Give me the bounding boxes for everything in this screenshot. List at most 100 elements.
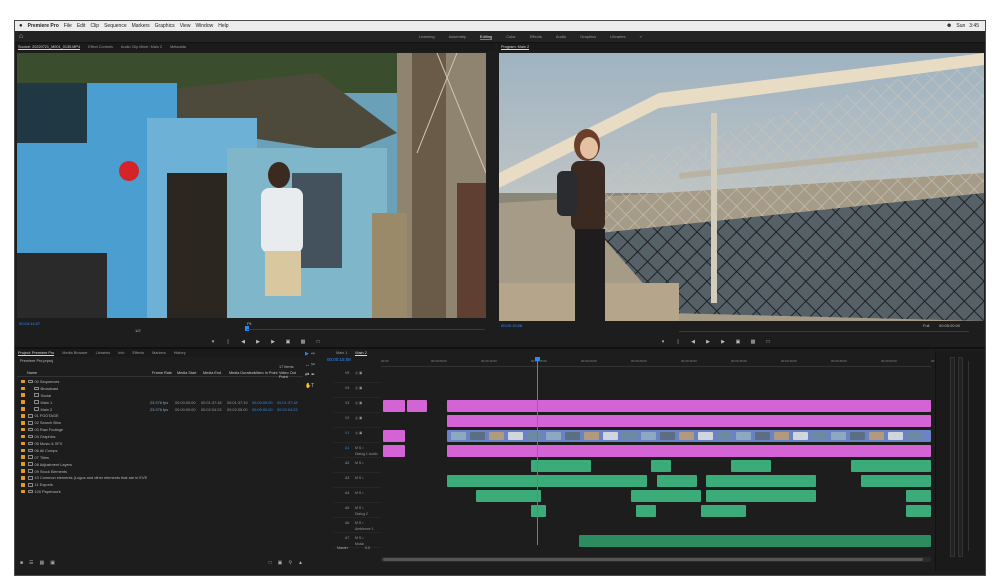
home-icon[interactable]: ⌂ xyxy=(19,33,26,40)
project-row[interactable]: 04 Graphics xyxy=(17,433,303,440)
col-frame-rate[interactable]: Frame Rate xyxy=(152,371,172,375)
project-row[interactable]: 08 Adjustment Layers xyxy=(17,461,303,468)
menu-help[interactable]: Help xyxy=(218,23,228,29)
program-timecode[interactable]: 00:00:15:08 xyxy=(501,323,522,328)
tab-program[interactable]: Program: Main 2 xyxy=(501,45,530,50)
project-row[interactable]: Broadcast xyxy=(17,385,303,392)
menu-view[interactable]: View xyxy=(180,23,191,29)
track-visibility-icon[interactable]: ◎ ▣ xyxy=(355,431,362,435)
audio-clip[interactable] xyxy=(631,490,701,502)
audio-clip[interactable] xyxy=(579,535,931,547)
playhead-handle[interactable] xyxy=(535,357,540,361)
video-clip[interactable] xyxy=(447,445,931,457)
track-header[interactable]: A6 M S • Ambience 1 xyxy=(333,519,381,533)
video-clip[interactable] xyxy=(383,400,405,412)
track-header[interactable]: A3 M S • xyxy=(333,474,381,488)
track-mute-solo-icon[interactable]: M S • xyxy=(355,521,363,525)
step-forward-icon[interactable]: ▶ xyxy=(270,339,276,345)
track-header[interactable]: V2 ◎ ▣ xyxy=(333,414,381,428)
trash-icon[interactable]: ▲ xyxy=(298,560,303,566)
audio-clip[interactable] xyxy=(636,505,656,517)
timeline-scroll-thumb[interactable] xyxy=(383,558,923,561)
col-media-duration[interactable]: Media Duration xyxy=(229,371,255,375)
track-header[interactable]: A5 M S • Dialog 2 xyxy=(333,504,381,518)
video-clip[interactable] xyxy=(447,415,931,427)
video-clip[interactable] xyxy=(447,400,477,412)
project-row[interactable]: 01 FOOTAGE xyxy=(17,412,303,419)
workspace-assembly[interactable]: Assembly xyxy=(449,34,466,40)
prog-step-forward-icon[interactable]: ▶ xyxy=(720,339,726,345)
source-timecode[interactable]: 00:04:14:07 xyxy=(19,321,40,326)
project-row[interactable]: 11 Exports xyxy=(17,481,303,488)
prog-step-back-icon[interactable]: ◀ xyxy=(690,339,696,345)
audio-clip[interactable] xyxy=(476,490,541,502)
col-video-in[interactable]: Video In Point xyxy=(254,371,278,375)
workspace-effects[interactable]: Effects xyxy=(530,34,542,40)
project-row[interactable]: 100 Paperwork xyxy=(17,488,303,495)
mark-out-icon[interactable]: | xyxy=(225,339,231,345)
play-icon[interactable]: ▶ xyxy=(255,339,261,345)
workspace-graphics[interactable]: Graphics xyxy=(580,34,596,40)
program-zoom-select[interactable]: Full xyxy=(923,323,929,328)
timeline-ruler[interactable]: 00:00 00:00:05:00 00:00:10:00 00:00:15:00 00… xyxy=(381,357,947,367)
new-bin-icon[interactable]: □ xyxy=(269,560,272,566)
prog-mark-in-icon[interactable]: ▾ xyxy=(660,339,666,345)
freeform-view-icon[interactable]: ▣ xyxy=(50,560,55,566)
mark-in-icon[interactable]: ▾ xyxy=(210,339,216,345)
workspace-learning[interactable]: Learning xyxy=(419,34,435,40)
prog-export-frame-icon[interactable]: □ xyxy=(765,339,771,345)
tab-audio-clip-mixer[interactable]: Audio Clip Mixer: Main 2 xyxy=(121,45,162,49)
search-icon[interactable]: ⚲ xyxy=(288,560,292,566)
overwrite-icon[interactable]: ▩ xyxy=(300,339,306,345)
source-scrubber[interactable] xyxy=(247,329,485,330)
lift-icon[interactable]: ▣ xyxy=(735,339,741,345)
track-mute-solo-icon[interactable]: M S • xyxy=(355,506,363,510)
project-row[interactable]: 05 Music & SFX xyxy=(17,440,303,447)
track-header[interactable]: V1 ◎ ▣ xyxy=(333,429,381,443)
workspace-libraries[interactable]: Libraries xyxy=(610,34,625,40)
video-clip[interactable] xyxy=(383,430,405,442)
video-clip[interactable] xyxy=(383,445,405,457)
track-mute-solo-icon[interactable]: M S • xyxy=(355,491,363,495)
razor-icon[interactable]: ✂ xyxy=(311,362,317,371)
video-clip[interactable] xyxy=(407,400,427,412)
audio-clip[interactable] xyxy=(701,505,746,517)
project-row[interactable]: 06 All Comps xyxy=(17,447,303,454)
project-row[interactable]: Social xyxy=(17,392,303,399)
audio-clip[interactable] xyxy=(657,475,697,487)
menu-graphics[interactable]: Graphics xyxy=(155,23,175,29)
track-header[interactable]: A1 M S • Dialog 1 Audio xyxy=(333,444,381,458)
timeline-scrollbar[interactable] xyxy=(381,557,931,562)
program-video-frame[interactable] xyxy=(499,53,984,321)
audio-clip[interactable] xyxy=(706,490,816,502)
project-row[interactable]: 07 Titles xyxy=(17,454,303,461)
audio-clip[interactable] xyxy=(447,475,647,487)
track-select-icon[interactable]: ⇨ xyxy=(311,351,317,360)
icon-view-icon[interactable]: ▦ xyxy=(40,560,45,566)
tab-project[interactable]: Project: Premiere Pro xyxy=(18,351,55,356)
prog-play-icon[interactable]: ▶ xyxy=(705,339,711,345)
lock-icon[interactable]: ■ xyxy=(20,560,23,566)
track-visibility-icon[interactable]: ◎ ▣ xyxy=(355,386,362,390)
type-icon[interactable]: T xyxy=(311,383,317,392)
audio-clip[interactable] xyxy=(906,490,931,502)
track-mute-solo-icon[interactable]: M S • xyxy=(355,476,363,480)
tab-info[interactable]: Info xyxy=(118,351,124,355)
menu-edit[interactable]: Edit xyxy=(77,23,86,29)
timeline-playhead[interactable] xyxy=(537,357,538,545)
pen-icon[interactable]: ✒ xyxy=(311,372,317,381)
menu-clip[interactable]: Clip xyxy=(90,23,99,29)
audio-clip[interactable] xyxy=(861,475,931,487)
track-mute-solo-icon[interactable]: M S • xyxy=(355,446,363,450)
tab-main-2[interactable]: Main 2 xyxy=(355,351,367,356)
track-mute-solo-icon[interactable]: M S • xyxy=(355,536,363,540)
tab-media-browser[interactable]: Media Browser xyxy=(62,351,87,355)
export-frame-icon[interactable]: □ xyxy=(315,339,321,345)
track-header[interactable]: V3 ◎ ▣ xyxy=(333,399,381,413)
apple-icon[interactable]: ● xyxy=(19,23,23,29)
track-header[interactable]: A2 M S • xyxy=(333,459,381,473)
project-row[interactable]: 03 Raw Footage xyxy=(17,426,303,433)
list-view-icon[interactable]: ☰ xyxy=(29,560,33,566)
workspace-color[interactable]: Color xyxy=(506,34,516,40)
tab-source[interactable]: Source: 20220721_M001_0135.MP4 xyxy=(18,45,81,50)
